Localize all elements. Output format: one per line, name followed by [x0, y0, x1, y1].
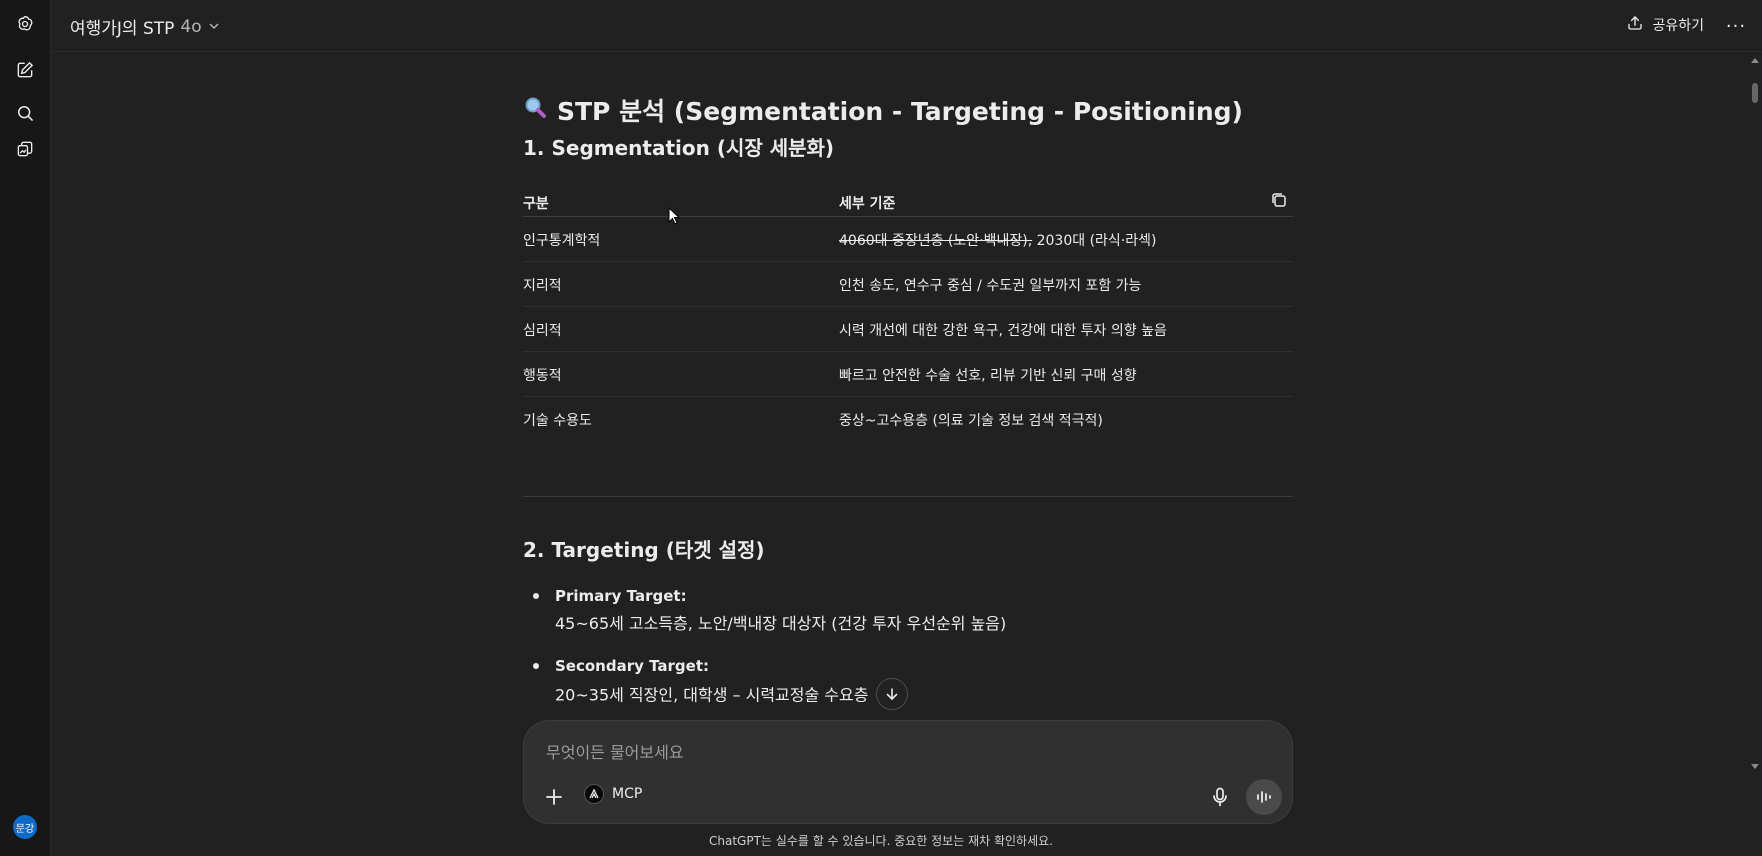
divider: [523, 496, 1293, 497]
app-window: 문강 여행가J의 STP 4o 공유하기 ··· STP 분석 (Segment…: [0, 0, 1762, 856]
response-title-text: STP 분석 (Segmentation - Targeting - Posit…: [557, 97, 1243, 126]
arrow-down-icon: [887, 688, 898, 701]
waveform-icon: [1257, 791, 1271, 803]
table-cell: 기술 수용도: [523, 413, 592, 429]
mcp-label: MCP: [612, 786, 643, 802]
table-cell: 행동적: [523, 368, 562, 384]
top-bar: 여행가J의 STP 4o 공유하기 ···: [51, 0, 1762, 52]
list-item: Secondary Target: 20~35세 직장인, 대학생 – 시력교정…: [523, 652, 1293, 712]
section-heading-segmentation: 1. Segmentation (시장 세분화): [523, 136, 835, 160]
add-attachment-button[interactable]: [540, 783, 568, 811]
table-cell: 빠르고 안전한 수술 선호, 리뷰 기반 신뢰 구매 성향: [839, 368, 1137, 384]
magnifier-icon: [523, 95, 547, 125]
table-row: 심리적 시력 개선에 대한 강한 욕구, 건강에 대한 투자 의향 높음: [523, 307, 1293, 352]
scroll-to-bottom-button[interactable]: [876, 678, 909, 710]
chat-title: 여행가J의 STP: [70, 19, 175, 39]
table-cell: 지리적: [523, 278, 562, 294]
target-list: Primary Target: 45~65세 고소득층, 노안/백내장 대상자 …: [523, 582, 1293, 727]
table-row: 기술 수용도 중상~고수용층 (의료 기술 정보 검색 적극적): [523, 397, 1293, 442]
chevron-down-icon: [208, 17, 220, 37]
table-header: 구분 세부 기준: [523, 184, 1293, 217]
model-version: 4o: [180, 16, 202, 37]
more-options-icon[interactable]: ···: [1724, 14, 1748, 38]
strikethrough-text: 4060대 중장년층 (노안·백내장),: [839, 233, 1033, 249]
search-icon[interactable]: [12, 100, 38, 126]
scroll-down-arrow-icon[interactable]: [1751, 764, 1759, 769]
mcp-logo-icon: [584, 784, 604, 804]
scrollbar-thumb[interactable]: [1752, 83, 1758, 103]
table-cell: 심리적: [523, 323, 562, 339]
column-header: 구분: [523, 196, 549, 212]
plus-icon: [546, 789, 562, 805]
table-cell: 4060대 중장년층 (노안·백내장), 2030대 (라식·라섹): [839, 230, 1156, 250]
scroll-up-arrow-icon[interactable]: [1751, 58, 1759, 63]
copy-table-icon[interactable]: [1269, 190, 1289, 210]
table-cell: 인천 송도, 연수구 중심 / 수도권 일부까지 포함 가능: [839, 278, 1142, 294]
list-item-text: 45~65세 고소득층, 노안/백내장 대상자 (건강 투자 우선순위 높음): [555, 614, 1007, 633]
disclaimer-text: ChatGPT는 실수를 할 수 있습니다. 중요한 정보는 재차 확인하세요.: [709, 834, 1053, 848]
mouse-cursor-icon: [668, 206, 681, 229]
column-header: 세부 기준: [839, 196, 896, 212]
library-icon[interactable]: [12, 136, 38, 162]
model-selector[interactable]: 여행가J의 STP 4o: [70, 14, 220, 39]
table-cell: 인구통계학적: [523, 233, 601, 249]
list-item: Primary Target: 45~65세 고소득층, 노안/백내장 대상자 …: [523, 582, 1293, 637]
new-chat-icon[interactable]: [12, 57, 38, 83]
table-row: 행동적 빠르고 안전한 수술 선호, 리뷰 기반 신뢰 구매 성향: [523, 352, 1293, 397]
prompt-input[interactable]: 무엇이든 물어보세요: [546, 739, 684, 763]
sidebar-rail: 문강: [0, 0, 51, 856]
section-heading-targeting: 2. Targeting (타겟 설정): [523, 538, 765, 562]
share-button[interactable]: 공유하기: [1626, 14, 1704, 36]
cell-text: 2030대 (라식·라섹): [1032, 233, 1157, 249]
list-item-text: 20~35세 직장인, 대학생 – 시력교정술 수요층: [555, 678, 1293, 712]
share-icon: [1626, 14, 1644, 36]
microphone-icon[interactable]: [1206, 783, 1234, 811]
list-item-text-content: 20~35세 직장인, 대학생 – 시력교정술 수요층: [555, 685, 869, 705]
list-item-label: Secondary Target:: [555, 657, 710, 675]
voice-mode-button[interactable]: [1246, 779, 1282, 815]
table-cell: 중상~고수용층 (의료 기술 정보 검색 적극적): [839, 413, 1103, 429]
segmentation-table: 구분 세부 기준 인구통계학적 4060대 중장년층 (노안·백내장), 203…: [523, 184, 1293, 442]
response-title: STP 분석 (Segmentation - Targeting - Posit…: [523, 92, 1243, 128]
scrollbar[interactable]: [1748, 52, 1762, 769]
chatgpt-logo-icon[interactable]: [12, 11, 38, 37]
share-label: 공유하기: [1652, 18, 1704, 34]
table-row: 인구통계학적 4060대 중장년층 (노안·백내장), 2030대 (라식·라섹…: [523, 217, 1293, 262]
list-item-label: Primary Target:: [555, 587, 687, 605]
table-cell: 시력 개선에 대한 강한 욕구, 건강에 대한 투자 의향 높음: [839, 323, 1167, 339]
table-row: 지리적 인천 송도, 연수구 중심 / 수도권 일부까지 포함 가능: [523, 262, 1293, 307]
mcp-button[interactable]: MCP: [584, 784, 642, 804]
message-composer[interactable]: 무엇이든 물어보세요 MCP: [523, 720, 1293, 824]
